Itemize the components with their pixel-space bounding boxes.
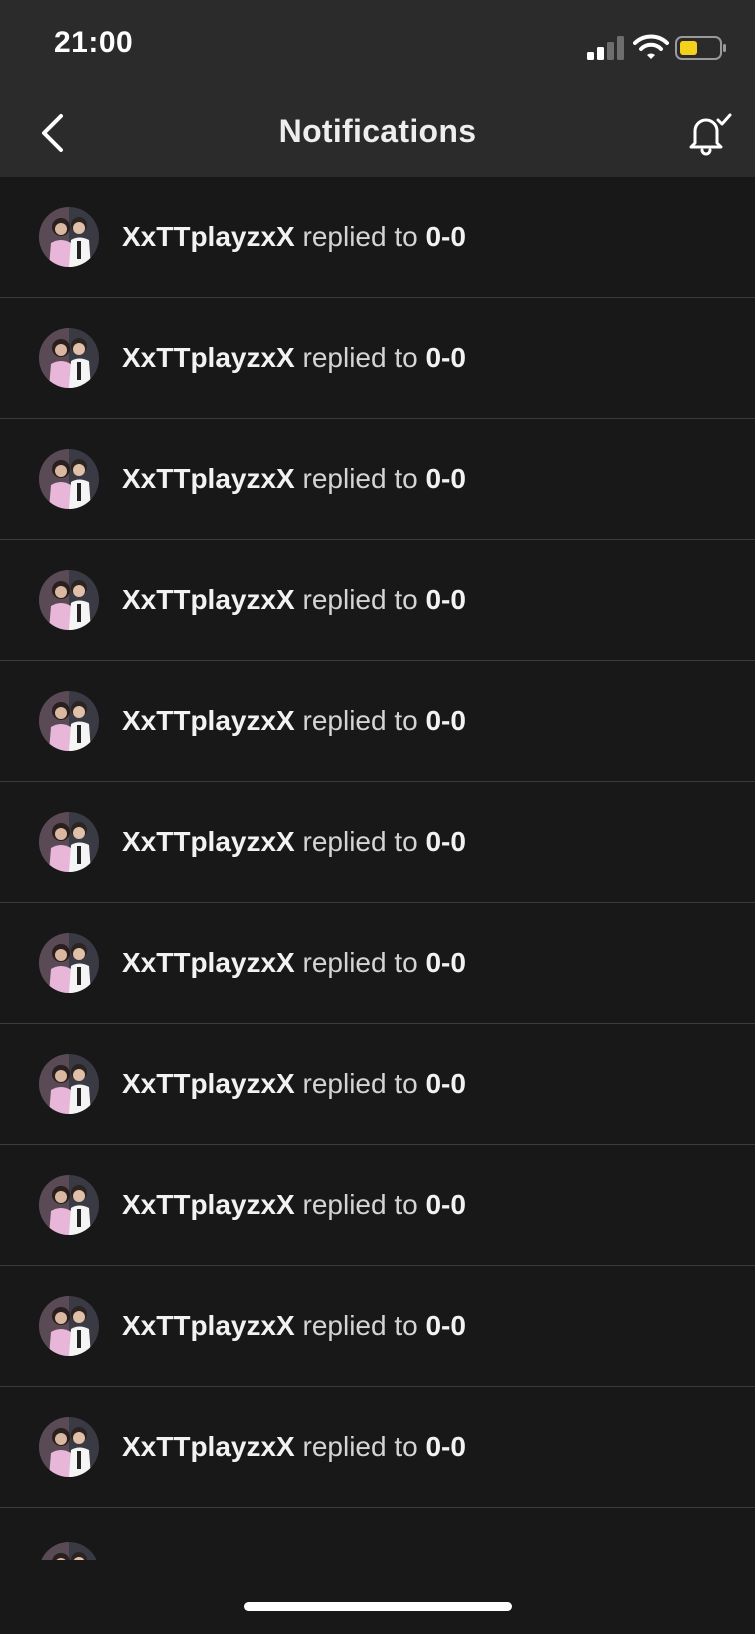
notification-text: XxTTplayzxX replied to 0-0: [122, 584, 466, 616]
notification-verb: replied to: [302, 221, 418, 252]
notification-target: 0-0: [425, 1431, 466, 1462]
notification-target: 0-0: [425, 463, 466, 494]
bell-check-icon: [689, 113, 732, 156]
avatar: [39, 207, 99, 267]
notification-user: XxTTplayzxX: [122, 947, 295, 978]
notification-verb: replied to: [302, 342, 418, 373]
notification-verb: replied to: [302, 1431, 418, 1462]
status-time: 21:00: [54, 26, 134, 59]
notification-text: XxTTplayzxX replied to 0-0: [122, 1189, 466, 1221]
avatar: [39, 1542, 99, 1560]
notification-row[interactable]: XxTTplayzxX replied to 0-0: [0, 1024, 755, 1145]
notification-user: XxTTplayzxX: [122, 1189, 295, 1220]
notification-verb: replied to: [302, 826, 418, 857]
notification-text: XxTTplayzxX replied to 0-0: [122, 1431, 466, 1463]
avatar: [39, 1175, 99, 1235]
notification-row[interactable]: XxTTplayzxX replied to 0-0: [0, 177, 755, 298]
notification-row[interactable]: XxTTplayzxX replied to 0-0: [0, 1145, 755, 1266]
avatar: [39, 1054, 99, 1114]
notifications-list[interactable]: XxTTplayzxX replied to 0-0 XxTTplayzxX r…: [0, 177, 755, 1567]
notification-text: XxTTplayzxX replied to 0-0: [122, 705, 466, 737]
notification-target: 0-0: [425, 584, 466, 615]
notification-row[interactable]: XxTTplayzxX replied to 0-0: [0, 1508, 755, 1560]
signal-icon: [587, 36, 624, 60]
notification-row[interactable]: XxTTplayzxX replied to 0-0: [0, 903, 755, 1024]
notification-text: XxTTplayzxX replied to 0-0: [122, 1068, 466, 1100]
notification-target: 0-0: [425, 947, 466, 978]
notification-user: XxTTplayzxX: [122, 1310, 295, 1341]
notification-row[interactable]: XxTTplayzxX replied to 0-0: [0, 661, 755, 782]
notification-row[interactable]: XxTTplayzxX replied to 0-0: [0, 298, 755, 419]
notification-text: XxTTplayzxX replied to 0-0: [122, 342, 466, 374]
notification-user: XxTTplayzxX: [122, 584, 295, 615]
notification-target: 0-0: [425, 1068, 466, 1099]
avatar: [39, 812, 99, 872]
notification-target: 0-0: [425, 1310, 466, 1341]
avatar: [39, 328, 99, 388]
home-indicator: [244, 1602, 512, 1611]
notification-user: XxTTplayzxX: [122, 1068, 295, 1099]
notification-text: XxTTplayzxX replied to 0-0: [122, 826, 466, 858]
notification-text: XxTTplayzxX replied to 0-0: [122, 221, 466, 253]
notification-target: 0-0: [425, 1189, 466, 1220]
notification-target: 0-0: [425, 826, 466, 857]
avatar: [39, 933, 99, 993]
wifi-icon: [633, 34, 669, 59]
avatar: [39, 1417, 99, 1477]
notification-verb: replied to: [302, 705, 418, 736]
notification-user: XxTTplayzxX: [122, 463, 295, 494]
notification-user: XxTTplayzxX: [122, 1431, 295, 1462]
mark-all-read-button[interactable]: [687, 113, 733, 157]
notification-user: XxTTplayzxX: [122, 705, 295, 736]
notification-target: 0-0: [425, 342, 466, 373]
notification-verb: replied to: [302, 1310, 418, 1341]
page-title: Notifications: [278, 113, 477, 149]
notification-text: XxTTplayzxX replied to 0-0: [122, 947, 466, 979]
notification-user: XxTTplayzxX: [122, 221, 295, 252]
notification-verb: replied to: [302, 463, 418, 494]
avatar: [39, 1296, 99, 1356]
nav-bar: Notifications: [0, 95, 755, 177]
notification-row[interactable]: XxTTplayzxX replied to 0-0: [0, 419, 755, 540]
notification-row[interactable]: XxTTplayzxX replied to 0-0: [0, 1266, 755, 1387]
notification-target: 0-0: [425, 221, 466, 252]
notification-text: XxTTplayzxX replied to 0-0: [122, 1310, 466, 1342]
notification-verb: replied to: [302, 1068, 418, 1099]
notification-user: XxTTplayzxX: [122, 342, 295, 373]
notification-verb: replied to: [302, 584, 418, 615]
notification-row[interactable]: XxTTplayzxX replied to 0-0: [0, 1387, 755, 1508]
notification-user: XxTTplayzxX: [122, 826, 295, 857]
avatar: [39, 691, 99, 751]
notification-text: XxTTplayzxX replied to 0-0: [122, 463, 466, 495]
avatar: [39, 570, 99, 630]
notification-verb: replied to: [302, 1189, 418, 1220]
notification-row[interactable]: XxTTplayzxX replied to 0-0: [0, 540, 755, 661]
battery-icon: [675, 36, 726, 60]
notification-target: 0-0: [425, 705, 466, 736]
notification-verb: replied to: [302, 947, 418, 978]
top-bar: 21:00 Notifications: [0, 0, 755, 177]
status-icons: [587, 34, 727, 62]
notification-row[interactable]: XxTTplayzxX replied to 0-0: [0, 782, 755, 903]
avatar: [39, 449, 99, 509]
